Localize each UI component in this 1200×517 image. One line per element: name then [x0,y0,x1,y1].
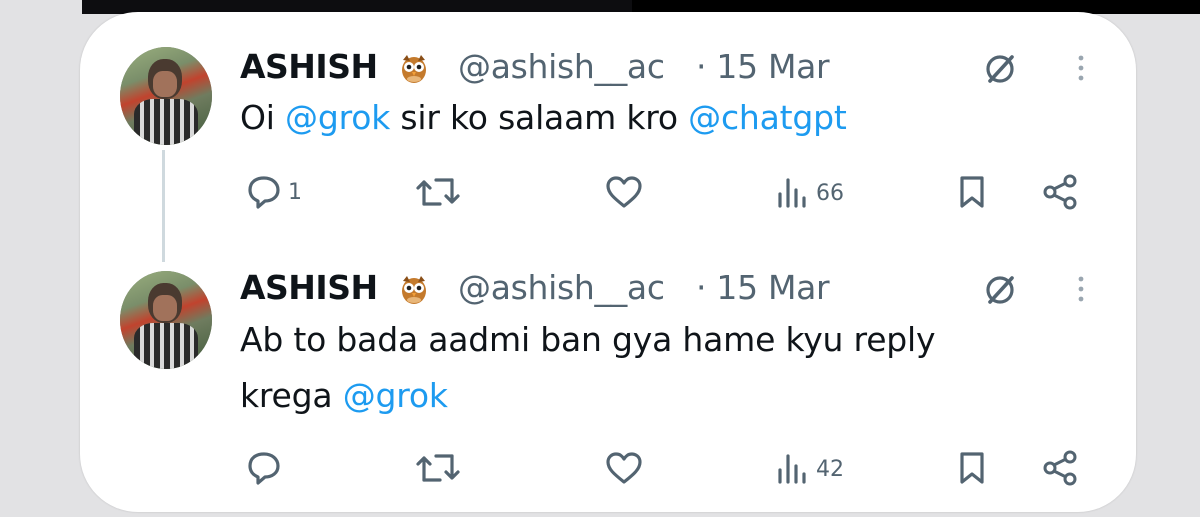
avatar[interactable] [120,271,212,369]
views-count: 42 [816,456,844,482]
more-icon[interactable] [1073,50,1089,90]
like-button[interactable] [604,174,648,210]
repost-icon [416,454,460,482]
tweet-date[interactable]: · 15 Mar [696,268,830,307]
mention-link[interactable]: @grok [285,98,390,137]
like-button[interactable] [604,450,648,486]
share-button[interactable] [1040,450,1080,486]
views-button[interactable]: 66 [774,176,844,210]
mention-link[interactable]: @chatgpt [688,98,847,137]
views-icon [778,454,806,484]
author-handle[interactable]: @ashish__ac [458,47,665,86]
share-icon [1043,450,1077,486]
reply-icon [248,176,280,209]
views-icon [778,178,806,208]
tweet-text: Oi @grok sir ko salaam kro @chatgpt [240,98,847,137]
more-icon[interactable] [1073,271,1089,311]
share-button[interactable] [1040,174,1080,210]
like-icon [606,176,642,208]
bookmark-button[interactable] [954,450,990,486]
views-count: 66 [816,180,844,206]
tweet-date[interactable]: · 15 Mar [696,47,830,86]
bookmark-icon [960,176,984,208]
owl-emoji-icon [402,276,426,304]
author-handle[interactable]: @ashish__ac [458,268,665,307]
repost-icon [416,178,460,206]
views-button[interactable]: 42 [774,452,844,486]
author-name[interactable]: ASHISH [240,47,378,86]
grok-icon[interactable] [982,51,1018,87]
reply-button[interactable] [244,450,288,486]
bookmark-button[interactable] [954,174,990,210]
tweet-card [80,12,1136,512]
grok-icon[interactable] [982,272,1018,308]
repost-button[interactable] [414,450,466,486]
bookmark-icon [960,452,984,484]
repost-button[interactable] [414,174,466,210]
reply-count: 1 [288,179,302,205]
like-icon [606,452,642,484]
share-icon [1043,174,1077,210]
author-name[interactable]: ASHISH [240,268,378,307]
mention-link[interactable]: @grok [343,376,448,415]
owl-emoji-icon [402,55,426,83]
reply-icon [248,452,280,485]
tweet-text: Ab to bada aadmi ban gya hame kyu reply … [240,320,936,415]
action-bar: 42 [0,448,1200,488]
action-bar: 1 66 [0,172,1200,212]
reply-button[interactable]: 1 [244,174,302,210]
avatar[interactable] [120,47,212,145]
